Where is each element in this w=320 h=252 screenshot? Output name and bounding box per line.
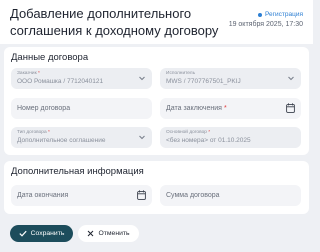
contract-number-input[interactable]: Номер договора bbox=[11, 98, 152, 119]
status-badge: Регистрация bbox=[258, 11, 303, 18]
page-title: Добавление дополнительного соглашения к … bbox=[10, 6, 219, 38]
contract-date-input[interactable]: Дата заключения * bbox=[160, 98, 301, 119]
close-icon bbox=[88, 230, 94, 237]
additional-info-card: Дополнительная информация Дата окончания… bbox=[4, 161, 309, 214]
base-contract-label: Основной договор bbox=[166, 130, 207, 135]
contract-type-select[interactable]: Тип договора * Дополнительное соглашение bbox=[11, 127, 152, 148]
customer-value: ООО Ромашка / 7712040121 bbox=[17, 78, 104, 85]
required-marker: * bbox=[38, 71, 40, 76]
page-header: Добавление дополнительного соглашения к … bbox=[0, 0, 313, 44]
timestamp: 19 октября 2025, 17:30 bbox=[228, 21, 303, 28]
calendar-icon[interactable] bbox=[137, 190, 146, 200]
end-date-input[interactable]: Дата окончания bbox=[11, 185, 152, 206]
executor-label: Исполнитель bbox=[166, 71, 196, 76]
contract-amount-placeholder: Сумма договора bbox=[166, 192, 220, 199]
contract-amount-input[interactable]: Сумма договора bbox=[160, 185, 301, 206]
save-button[interactable]: Сохранить bbox=[10, 225, 73, 242]
base-contract-value: <без номера> от 01.10.2025 bbox=[166, 137, 251, 144]
chevron-down-icon bbox=[288, 76, 294, 81]
executor-value: MWS / 7707767501_PKIJ bbox=[166, 78, 241, 85]
contract-number-placeholder: Номер договора bbox=[17, 105, 71, 112]
contract-type-label: Тип договора bbox=[17, 130, 47, 135]
status-dot-icon bbox=[258, 12, 262, 17]
required-marker: * bbox=[223, 105, 227, 112]
calendar-icon[interactable] bbox=[286, 103, 295, 113]
chevron-down-icon bbox=[139, 76, 145, 81]
save-button-label: Сохранить bbox=[30, 230, 65, 237]
customer-label: Заказчик bbox=[17, 71, 37, 76]
additional-section-title: Дополнительная информация bbox=[11, 166, 144, 177]
contract-data-card: Данные договора Заказчик * ООО Ромашка /… bbox=[4, 47, 309, 155]
cancel-button[interactable]: Отменить bbox=[78, 225, 139, 242]
chevron-down-icon bbox=[139, 135, 145, 140]
required-marker: * bbox=[208, 130, 211, 135]
contract-section-title: Данные договора bbox=[11, 52, 89, 63]
contract-date-placeholder: Дата заключения bbox=[166, 105, 222, 112]
base-contract-select[interactable]: Основной договор * <без номера> от 01.10… bbox=[160, 127, 301, 148]
cancel-button-label: Отменить bbox=[98, 230, 130, 237]
executor-select[interactable]: Исполнитель MWS / 7707767501_PKIJ bbox=[160, 68, 301, 89]
status-badge-label: Регистрация bbox=[265, 11, 303, 18]
end-date-placeholder: Дата окончания bbox=[17, 192, 69, 199]
customer-select[interactable]: Заказчик * ООО Ромашка / 7712040121 bbox=[11, 68, 152, 89]
contract-type-value: Дополнительное соглашение bbox=[17, 137, 106, 144]
required-marker: * bbox=[47, 130, 50, 135]
checkmark-icon bbox=[18, 230, 27, 237]
